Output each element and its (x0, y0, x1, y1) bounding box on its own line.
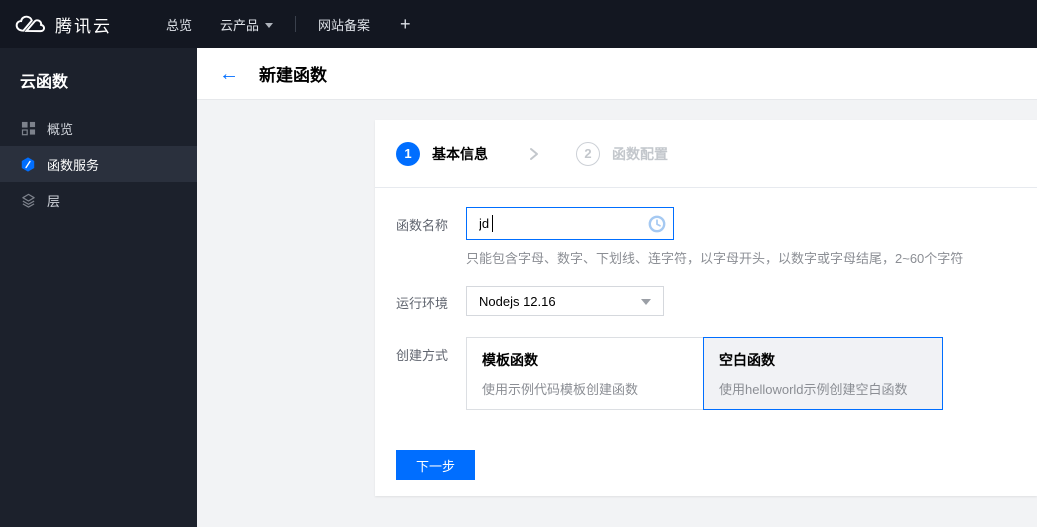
method-title: 空白函数 (719, 352, 775, 368)
step-indicator: 1 基本信息 2 函数配置 (396, 120, 1037, 187)
create-function-card: 1 基本信息 2 函数配置 函数名称 jd 只能包含字母、数字、下划线、连字符，… (375, 120, 1037, 496)
step-label: 函数配置 (612, 145, 668, 162)
brand[interactable]: 腾讯云 (14, 12, 112, 37)
sidebar-item-layers[interactable]: 层 (0, 182, 197, 218)
function-name-row: 函数名称 (396, 207, 1037, 240)
chevron-down-icon (265, 22, 274, 28)
step-function-config: 2 函数配置 (576, 141, 668, 166)
topnav-products-label: 云产品 (220, 17, 260, 33)
method-desc: 使用示例代码模板创建函数 (482, 382, 639, 397)
layers-icon (20, 192, 36, 208)
topnav-divider (295, 16, 297, 32)
next-step-button[interactable]: 下一步 (396, 450, 475, 480)
function-name-input-wrap (466, 207, 674, 240)
select-caret-icon (641, 299, 651, 305)
topbar: 腾讯云 总览 云产品 网站备案 + (0, 0, 1037, 48)
add-tab-button[interactable]: + (384, 0, 427, 48)
sidebar-item-label: 概览 (47, 121, 74, 137)
runtime-selected-value: Nodejs 12.16 (479, 293, 556, 309)
topnav-overview[interactable]: 总览 (152, 0, 206, 48)
runtime-select[interactable]: Nodejs 12.16 (466, 286, 664, 316)
function-name-hint: 只能包含字母、数字、下划线、连字符，以字母开头，以数字或字母结尾，2~60个字符 (466, 251, 964, 266)
function-name-label: 函数名称 (396, 218, 449, 233)
creation-method-row: 创建方式 模板函数 使用示例代码模板创建函数 空白函数 使用helloworld… (396, 337, 1037, 410)
main: ← 新建函数 1 基本信息 2 函数配置 函数名称 jd 只能包含字母、数字、下… (197, 48, 1037, 527)
brand-name: 腾讯云 (55, 16, 112, 36)
step-label: 基本信息 (432, 145, 488, 162)
runtime-label: 运行环境 (396, 296, 449, 311)
sidebar: 云函数 概览 函数服务 层 (0, 48, 197, 527)
step-number-badge: 1 (396, 141, 420, 166)
sidebar-item-overview[interactable]: 概览 (0, 110, 197, 146)
topnav-icp-label: 网站备案 (318, 17, 371, 33)
sidebar-title: 云函数 (20, 74, 69, 91)
create-function-form: 函数名称 只能包含字母、数字、下划线、连字符，以字母开头，以数字或字母结尾，2~… (396, 188, 1037, 480)
sidebar-item-functions[interactable]: 函数服务 (0, 146, 197, 182)
sidebar-item-label: 层 (47, 193, 61, 209)
pending-clock-icon (648, 215, 666, 233)
creation-method-label: 创建方式 (396, 348, 449, 363)
method-title: 模板函数 (482, 352, 538, 368)
method-card-blank[interactable]: 空白函数 使用helloworld示例创建空白函数 (703, 337, 943, 410)
back-arrow-icon[interactable]: ← (219, 64, 245, 84)
sidebar-item-label: 函数服务 (47, 157, 100, 173)
page-header: ← 新建函数 (197, 48, 1037, 100)
method-cards: 模板函数 使用示例代码模板创建函数 空白函数 使用helloworld示例创建空… (466, 337, 943, 410)
step-number-badge: 2 (576, 141, 600, 166)
tencent-cloud-logo-icon (15, 15, 46, 33)
topnav-overview-label: 总览 (166, 17, 193, 33)
step-basic-info: 1 基本信息 (396, 141, 488, 166)
runtime-row: 运行环境 Nodejs 12.16 (396, 286, 1037, 316)
page-title: 新建函数 (259, 66, 327, 85)
chevron-right-icon (528, 147, 540, 161)
function-name-input[interactable] (466, 207, 674, 240)
topnav: 总览 云产品 网站备案 + (152, 0, 427, 48)
topnav-products[interactable]: 云产品 (206, 0, 287, 48)
method-card-template[interactable]: 模板函数 使用示例代码模板创建函数 (466, 337, 704, 410)
scf-hexagon-icon (20, 156, 36, 172)
method-desc: 使用helloworld示例创建空白函数 (719, 382, 908, 397)
grid-icon (20, 120, 36, 136)
topnav-icp[interactable]: 网站备案 (304, 0, 384, 48)
content: 1 基本信息 2 函数配置 函数名称 jd 只能包含字母、数字、下划线、连字符，… (197, 100, 1037, 527)
text-cursor (492, 215, 493, 232)
